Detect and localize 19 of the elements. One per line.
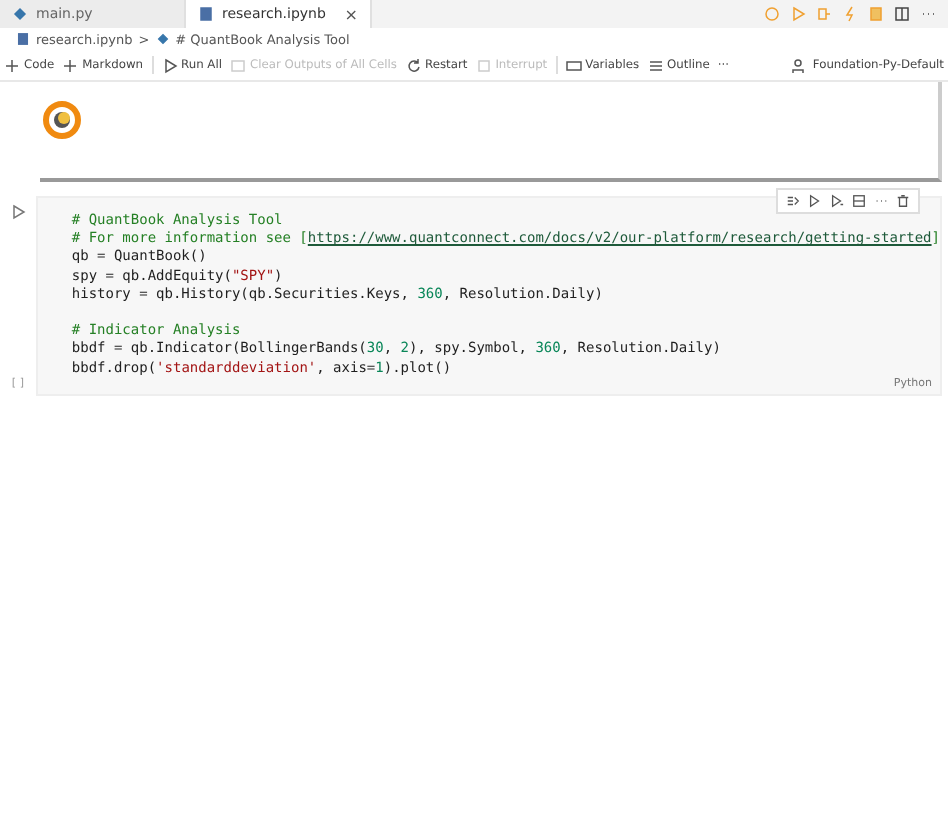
run-icon[interactable] [161,57,178,73]
run-below-icon[interactable] [830,194,844,208]
split-cell-icon[interactable] [852,194,866,208]
run-cell-icon[interactable] [9,204,26,220]
python-file-icon[interactable] [12,6,28,22]
plus-icon[interactable] [62,57,79,73]
run-above-icon[interactable] [808,194,822,208]
restart-icon[interactable] [405,57,421,73]
person-icon[interactable] [790,57,807,73]
notebook-file-icon[interactable] [16,32,30,46]
logo-icon [40,98,84,142]
notebook-file-icon[interactable] [198,6,214,22]
split-editor-icon[interactable] [894,6,910,22]
outline-icon[interactable] [647,57,664,73]
plus-icon[interactable] [4,57,20,73]
close-icon[interactable]: × [344,5,358,23]
variables-icon[interactable] [565,57,582,73]
run-by-line-icon[interactable] [786,194,800,208]
delete-icon[interactable] [896,194,910,208]
